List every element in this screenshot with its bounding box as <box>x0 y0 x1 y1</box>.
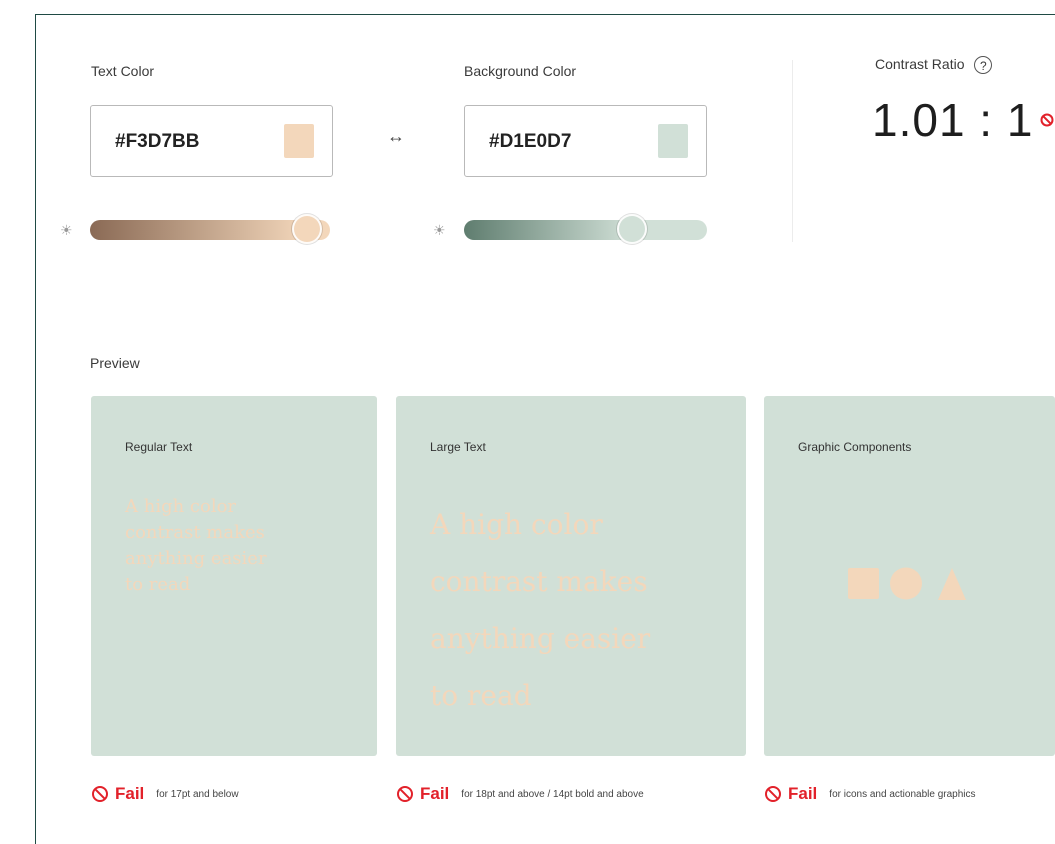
swap-colors-icon[interactable]: ↔ <box>387 126 405 147</box>
contrast-ratio-label: Contrast Ratio <box>875 56 965 72</box>
sample-line: contrast makes <box>125 522 265 543</box>
card-title: Graphic Components <box>798 440 912 454</box>
background-color-slider-track[interactable] <box>464 220 707 240</box>
sample-line: A high color <box>125 496 237 517</box>
text-color-input[interactable] <box>113 130 267 154</box>
card-title: Large Text <box>430 440 486 454</box>
sample-line: contrast makes <box>430 565 648 598</box>
large-text-sample: A high color contrast makes anything eas… <box>430 496 650 724</box>
result-graphic-components: Fail for icons and actionable graphics <box>764 784 976 804</box>
preview-card-large-text: Large Text A high color contrast makes a… <box>396 396 746 756</box>
card-title: Regular Text <box>125 440 193 454</box>
circle-shape-icon <box>890 567 922 600</box>
background-color-slider[interactable] <box>464 214 707 244</box>
background-color-input[interactable] <box>487 130 641 154</box>
text-color-swatch[interactable] <box>284 124 314 158</box>
result-note: for icons and actionable graphics <box>829 788 976 800</box>
contrast-ratio-title: Contrast Ratio ? <box>875 56 993 75</box>
square-shape-icon <box>848 568 879 599</box>
preview-title: Preview <box>90 355 140 371</box>
text-color-slider[interactable] <box>90 214 330 244</box>
result-note: for 17pt and below <box>156 788 239 800</box>
fail-icon <box>92 786 108 802</box>
sample-line: anything easier <box>430 622 651 655</box>
graphic-shapes <box>848 567 966 600</box>
fail-label: Fail <box>115 784 145 803</box>
vertical-divider <box>792 60 793 242</box>
fail-label: Fail <box>420 784 450 803</box>
preview-card-regular-text: Regular Text A high color contrast makes… <box>91 396 377 756</box>
brightness-icon: ☀ <box>60 222 73 238</box>
fail-icon <box>1040 113 1054 127</box>
sample-line: anything easier <box>125 548 267 569</box>
contrast-ratio-value: 1.01 : 1 <box>872 94 1034 146</box>
fail-label: Fail <box>788 784 818 803</box>
help-icon[interactable]: ? <box>974 56 993 75</box>
background-color-label: Background Color <box>464 63 577 79</box>
text-color-slider-thumb[interactable] <box>291 214 322 244</box>
text-color-label: Text Color <box>91 63 155 79</box>
sample-line: to read <box>430 679 532 712</box>
background-color-field[interactable] <box>464 105 707 177</box>
background-color-swatch[interactable] <box>658 124 688 158</box>
sample-line: to read <box>125 574 191 595</box>
fail-icon <box>765 786 781 802</box>
brightness-icon: ☀ <box>433 222 446 238</box>
result-note: for 18pt and above / 14pt bold and above <box>461 788 644 800</box>
sample-line: A high color <box>430 508 603 541</box>
regular-text-sample: A high color contrast makes anything eas… <box>125 494 267 598</box>
preview-card-graphic-components: Graphic Components <box>764 396 1055 756</box>
triangle-shape-icon <box>938 568 966 600</box>
result-large-text: Fail for 18pt and above / 14pt bold and … <box>396 784 644 804</box>
text-color-field[interactable] <box>90 105 333 177</box>
fail-icon <box>397 786 413 802</box>
result-regular-text: Fail for 17pt and below <box>91 784 239 804</box>
